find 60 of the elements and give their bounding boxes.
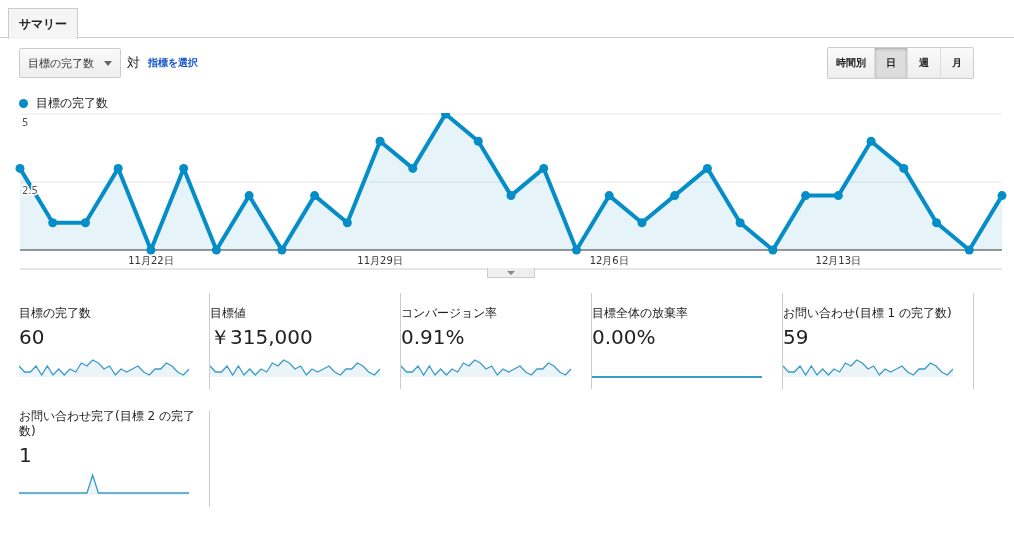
metric-value: 1 (19, 443, 33, 467)
data-point (637, 218, 647, 228)
data-point (211, 245, 221, 255)
metric-label: お問い合わせ(目標 1 の完了数) (783, 306, 953, 321)
data-point (506, 191, 516, 201)
axis-label: 12月6日 (589, 255, 629, 266)
data-point (80, 218, 90, 228)
data-point (932, 218, 942, 228)
axis-label: 5 (22, 117, 29, 128)
axis-label: 12月13日 (815, 255, 862, 266)
data-point (801, 191, 811, 201)
metric-label: 目標値 (210, 306, 247, 321)
axis-label: 11月29日 (357, 255, 403, 266)
data-point (997, 191, 1007, 201)
metric-label: 目標全体の放棄率 (592, 306, 689, 321)
data-point (244, 191, 254, 201)
data-point (146, 245, 156, 255)
data-point (277, 245, 287, 255)
metric-label: 目標の完了数 (19, 306, 92, 321)
data-point (48, 218, 58, 228)
data-point (179, 163, 189, 173)
data-point (473, 136, 483, 146)
data-point (310, 191, 320, 201)
data-point (15, 163, 25, 173)
period-button[interactable]: 月 (940, 48, 973, 78)
period-button[interactable]: 日 (874, 48, 907, 78)
select-metric-link[interactable]: 指標を選択 (148, 56, 198, 70)
metric-value: 0.91% (401, 325, 466, 349)
data-point (735, 218, 745, 228)
data-point (375, 136, 385, 146)
data-point (702, 163, 712, 173)
metric-value: 60 (19, 325, 46, 349)
tab[interactable]: サマリー (8, 8, 78, 39)
metric-value: 0.00% (592, 325, 657, 349)
data-point (768, 245, 778, 255)
caret-icon (507, 270, 515, 275)
metric-label: コンバージョン率 (401, 306, 498, 321)
metric-label: お問い合わせ完了(目標 2 の完了数) (19, 409, 196, 439)
data-point (571, 245, 581, 255)
axis-label: 11月22日 (128, 255, 174, 266)
period-button[interactable]: 週 (907, 48, 940, 78)
expand-toggle[interactable] (487, 268, 535, 278)
data-point (342, 218, 352, 228)
caret-icon (104, 60, 112, 66)
data-point (539, 163, 549, 173)
versus-label: 対 (127, 54, 140, 72)
metric-value: 59 (783, 325, 810, 349)
data-point (833, 191, 843, 201)
period-button[interactable]: 時間別 (828, 48, 874, 78)
data-point (866, 136, 876, 146)
data-point (441, 113, 451, 119)
data-point (113, 163, 123, 173)
legend-label: 目標の完了数 (36, 94, 108, 112)
data-point (899, 163, 909, 173)
metric-value: ￥315,000 (210, 325, 314, 349)
data-point (964, 245, 974, 255)
data-point (604, 191, 614, 201)
data-point (670, 191, 680, 201)
data-point (408, 163, 418, 173)
metric-dropdown[interactable]: 目標の完了数 (19, 48, 121, 78)
